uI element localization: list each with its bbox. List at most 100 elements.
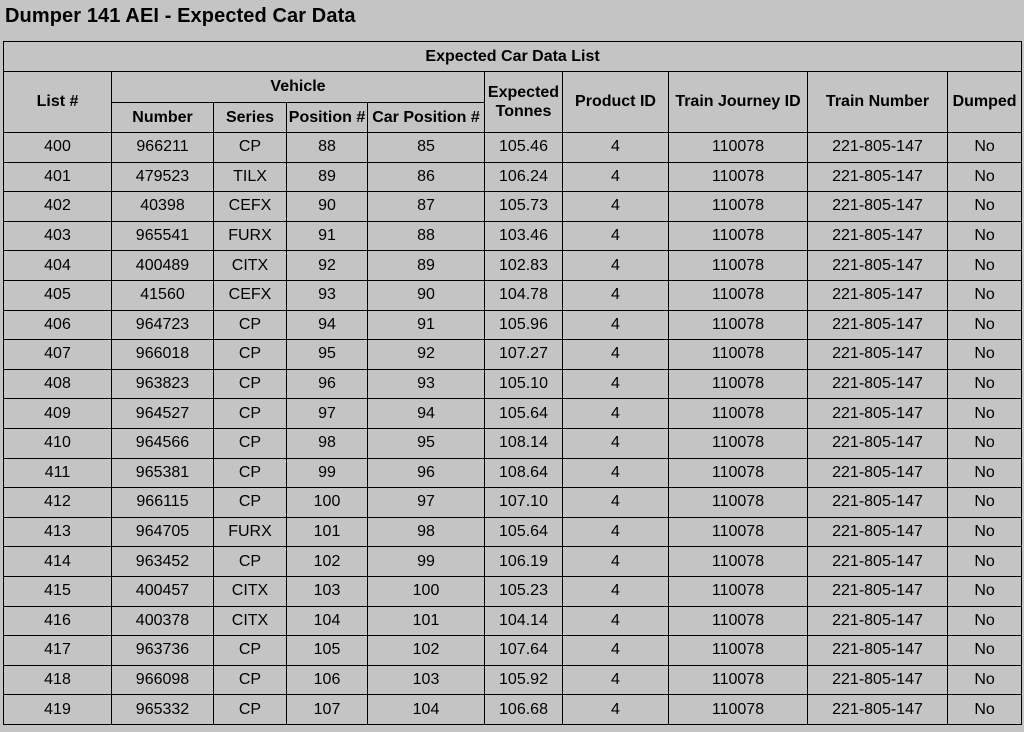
table-row[interactable]: 408 963823 CP 96 93 105.10 4 110078 221-805-147 N… [3, 368, 1023, 400]
cell-product-id: 4 [562, 575, 669, 607]
header-train-number[interactable]: Train Number [807, 71, 948, 133]
cell-product-id: 4 [562, 516, 669, 548]
cell-list-number: 404 [3, 250, 112, 281]
header-product-id[interactable]: Product ID [562, 71, 669, 133]
table-row[interactable]: 403 965541 FURX 91 88 103.46 4 110078 221-805-14… [3, 220, 1023, 252]
table-row[interactable]: 405 41560 CEFX 93 90 104.78 4 110078 221-805-147… [3, 279, 1023, 311]
cell-expected-tonnes: 105.96 [484, 309, 563, 341]
cell-list-number: 400 [3, 132, 112, 163]
table-row[interactable]: 415 400457 CITX 103 100 105.23 4 110078 221-805-… [3, 575, 1023, 607]
cell-expected-tonnes: 105.23 [484, 575, 563, 607]
table-row[interactable]: 416 400378 CITX 104 101 104.14 4 110078 221-805-… [3, 605, 1023, 637]
cell-train-number: 221-805-147 [807, 457, 948, 489]
cell-vehicle-series: CP [213, 427, 287, 459]
cell-list-number: 405 [3, 279, 112, 311]
cell-dumped: No [946, 250, 1023, 281]
cell-list-number: 417 [3, 635, 112, 666]
cell-train-journey-id: 110078 [668, 427, 808, 459]
cell-expected-tonnes: 105.46 [484, 132, 563, 163]
table-row[interactable]: 413 964705 FURX 101 98 105.64 4 110078 221-805-1… [3, 516, 1023, 548]
table-row[interactable]: 417 963736 CP 105 102 107.64 4 110078 221-805-14… [3, 635, 1023, 666]
header-vehicle-position[interactable]: Position # [286, 102, 368, 133]
cell-expected-tonnes: 107.64 [484, 635, 563, 666]
cell-product-id: 4 [562, 635, 669, 666]
table-row[interactable]: 401 479523 TILX 89 86 106.24 4 110078 221-805-14… [3, 161, 1023, 193]
cell-train-number: 221-805-147 [807, 279, 948, 311]
cell-vehicle-position: 99 [286, 457, 368, 489]
cell-vehicle-number: 41560 [111, 279, 214, 311]
table-row[interactable]: 418 966098 CP 106 103 105.92 4 110078 221-805-14… [3, 664, 1023, 696]
cell-expected-tonnes: 106.19 [484, 546, 563, 577]
cell-list-number: 407 [3, 339, 112, 370]
cell-vehicle-number: 400378 [111, 605, 214, 637]
header-expected-tonnes[interactable]: Expected Tonnes [484, 71, 563, 133]
table-row[interactable]: 407 966018 CP 95 92 107.27 4 110078 221-805-147 N… [3, 339, 1023, 370]
cell-list-number: 419 [3, 694, 112, 725]
cell-vehicle-series: CITX [213, 250, 287, 281]
table-row[interactable]: 410 964566 CP 98 95 108.14 4 110078 221-805-147 N… [3, 427, 1023, 459]
cell-vehicle-series: CP [213, 457, 287, 489]
cell-list-number: 406 [3, 309, 112, 341]
cell-dumped: No [946, 339, 1023, 370]
cell-train-journey-id: 110078 [668, 635, 808, 666]
header-dumped[interactable]: Dumped [946, 71, 1023, 133]
cell-list-number: 402 [3, 191, 112, 222]
header-vehicle-series[interactable]: Series [213, 102, 287, 133]
table-row[interactable]: 412 966115 CP 100 97 107.10 4 110078 221-805-147… [3, 487, 1023, 518]
cell-vehicle-position: 104 [286, 605, 368, 637]
table-row[interactable]: 411 965381 CP 99 96 108.64 4 110078 221-805-147 N… [3, 457, 1023, 489]
table-body: 400 966211 CP 88 85 105.46 4 110078 221-805-147 N… [3, 132, 1023, 725]
table-row[interactable]: 406 964723 CP 94 91 105.96 4 110078 221-805-147 N… [3, 309, 1023, 341]
cell-car-position: 86 [367, 161, 485, 193]
cell-vehicle-number: 964527 [111, 398, 214, 429]
cell-vehicle-series: CP [213, 546, 287, 577]
cell-vehicle-position: 107 [286, 694, 368, 725]
table-row[interactable]: 414 963452 CP 102 99 106.19 4 110078 221-805-147… [3, 546, 1023, 577]
header-list-number[interactable]: List # [3, 71, 112, 133]
cell-car-position: 101 [367, 605, 485, 637]
cell-vehicle-number: 964723 [111, 309, 214, 341]
header-vehicle-number[interactable]: Number [111, 102, 214, 133]
cell-vehicle-position: 95 [286, 339, 368, 370]
cell-vehicle-number: 965381 [111, 457, 214, 489]
cell-train-number: 221-805-147 [807, 487, 948, 518]
cell-train-journey-id: 110078 [668, 339, 808, 370]
header-train-journey-id[interactable]: Train Journey ID [668, 71, 808, 133]
cell-vehicle-series: CP [213, 635, 287, 666]
cell-product-id: 4 [562, 191, 669, 222]
table-row[interactable]: 400 966211 CP 88 85 105.46 4 110078 221-805-147 N… [3, 132, 1023, 163]
cell-list-number: 415 [3, 575, 112, 607]
cell-train-journey-id: 110078 [668, 546, 808, 577]
table-row[interactable]: 409 964527 CP 97 94 105.64 4 110078 221-805-147 N… [3, 398, 1023, 429]
cell-car-position: 88 [367, 220, 485, 252]
header-car-position[interactable]: Car Position # [367, 102, 485, 133]
cell-vehicle-series: TILX [213, 161, 287, 193]
table-row[interactable]: 419 965332 CP 107 104 106.68 4 110078 221-805-14… [3, 694, 1023, 725]
cell-product-id: 4 [562, 457, 669, 489]
cell-expected-tonnes: 105.64 [484, 516, 563, 548]
cell-train-journey-id: 110078 [668, 250, 808, 281]
cell-vehicle-position: 93 [286, 279, 368, 311]
cell-car-position: 91 [367, 309, 485, 341]
cell-vehicle-position: 105 [286, 635, 368, 666]
cell-product-id: 4 [562, 605, 669, 637]
table-row[interactable]: 404 400489 CITX 92 89 102.83 4 110078 221-805-14… [3, 250, 1023, 281]
table-row[interactable]: 402 40398 CEFX 90 87 105.73 4 110078 221-805-147… [3, 191, 1023, 222]
cell-dumped: No [946, 575, 1023, 607]
cell-dumped: No [946, 487, 1023, 518]
expected-car-data-table: Expected Car Data List List # Vehicle Ex… [2, 41, 1023, 725]
cell-vehicle-number: 963452 [111, 546, 214, 577]
cell-dumped: No [946, 457, 1023, 489]
cell-car-position: 96 [367, 457, 485, 489]
cell-expected-tonnes: 105.92 [484, 664, 563, 696]
cell-train-number: 221-805-147 [807, 516, 948, 548]
cell-vehicle-number: 479523 [111, 161, 214, 193]
cell-vehicle-position: 88 [286, 132, 368, 163]
cell-vehicle-position: 97 [286, 398, 368, 429]
cell-train-number: 221-805-147 [807, 427, 948, 459]
cell-car-position: 93 [367, 368, 485, 400]
cell-list-number: 408 [3, 368, 112, 400]
cell-dumped: No [946, 279, 1023, 311]
cell-train-journey-id: 110078 [668, 694, 808, 725]
cell-vehicle-series: CP [213, 309, 287, 341]
